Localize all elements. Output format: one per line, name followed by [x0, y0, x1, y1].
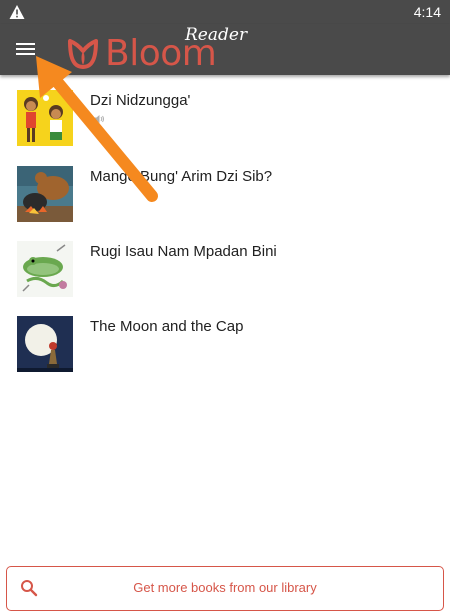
library-button-label: Get more books from our library — [133, 580, 317, 595]
status-bar: 4:14 — [0, 0, 450, 24]
speaker-audio-icon — [94, 115, 104, 123]
frog-thumbnail — [17, 241, 73, 297]
book-list-item[interactable]: Rugi Isau Nam Mpadan Bini — [0, 226, 450, 297]
bloom-flower-icon — [68, 39, 98, 69]
logo-reader-text: Reader — [185, 25, 248, 45]
children-cartoon-thumbnail — [17, 90, 73, 146]
book-title: Mango Bung' Arim Dzi Sib? — [90, 168, 273, 185]
book-title: Rugi Isau Nam Mpadan Bini — [90, 243, 277, 260]
book-list-item[interactable]: Dzi Nidzungga' — [0, 75, 450, 146]
warning-triangle-icon — [9, 5, 25, 19]
status-time: 4:14 — [413, 4, 441, 20]
bloom-reader-logo: Bloom Reader — [65, 24, 248, 75]
cooking-pot-thumbnail — [17, 166, 73, 222]
book-title: Dzi Nidzungga' — [90, 92, 191, 109]
menu-button[interactable] — [10, 34, 42, 64]
book-list-item[interactable]: The Moon and the Cap — [0, 301, 450, 372]
bloom-reader-screen: 4:14 Bloom Reader Dzi Nidzungga' Mango B… — [0, 0, 450, 616]
book-list-item[interactable]: Mango Bung' Arim Dzi Sib? — [0, 151, 450, 222]
book-title: The Moon and the Cap — [90, 318, 244, 335]
moon-night-thumbnail — [17, 316, 73, 372]
get-more-books-button[interactable]: Get more books from our library — [6, 566, 444, 611]
app-bar: Bloom Reader — [0, 24, 450, 75]
